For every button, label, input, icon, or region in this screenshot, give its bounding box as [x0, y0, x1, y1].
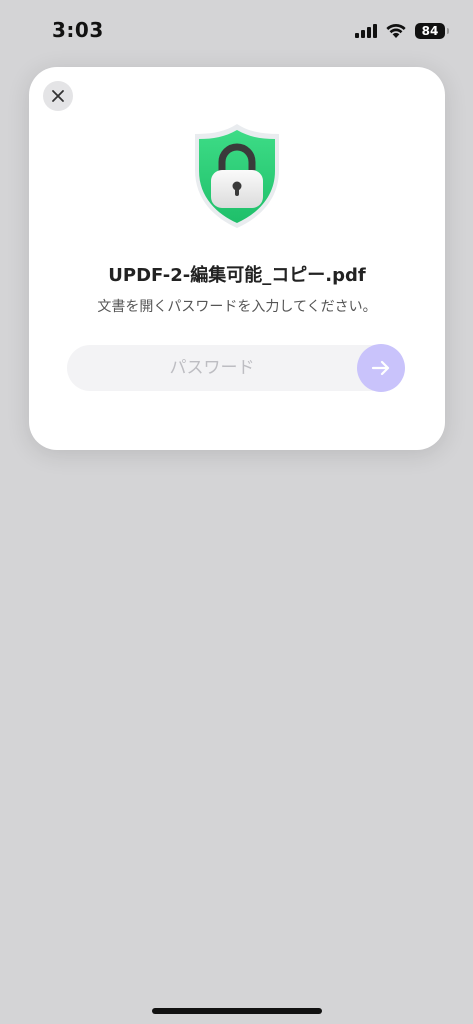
shield-lock-icon [195, 124, 279, 228]
password-dialog: UPDF-2-編集可能_コピー.pdf 文書を開くパスワードを入力してください。 [29, 67, 445, 450]
signal-icon [355, 24, 377, 38]
submit-button[interactable] [357, 344, 405, 392]
battery-level: 84 [421, 24, 439, 38]
file-name: UPDF-2-編集可能_コピー.pdf [108, 265, 366, 286]
close-button[interactable] [43, 81, 73, 111]
battery-icon: 84 [415, 23, 449, 39]
status-icons: 84 [355, 21, 449, 41]
status-time: 3:03 [52, 18, 104, 42]
arrow-right-icon [371, 360, 390, 376]
wifi-icon [386, 23, 406, 38]
home-indicator [152, 1008, 322, 1014]
password-prompt: 文書を開くパスワードを入力してください。 [97, 299, 377, 315]
status-bar: 3:03 84 [0, 0, 473, 62]
password-input[interactable] [67, 345, 397, 391]
close-icon [52, 90, 64, 102]
password-row [67, 344, 407, 392]
